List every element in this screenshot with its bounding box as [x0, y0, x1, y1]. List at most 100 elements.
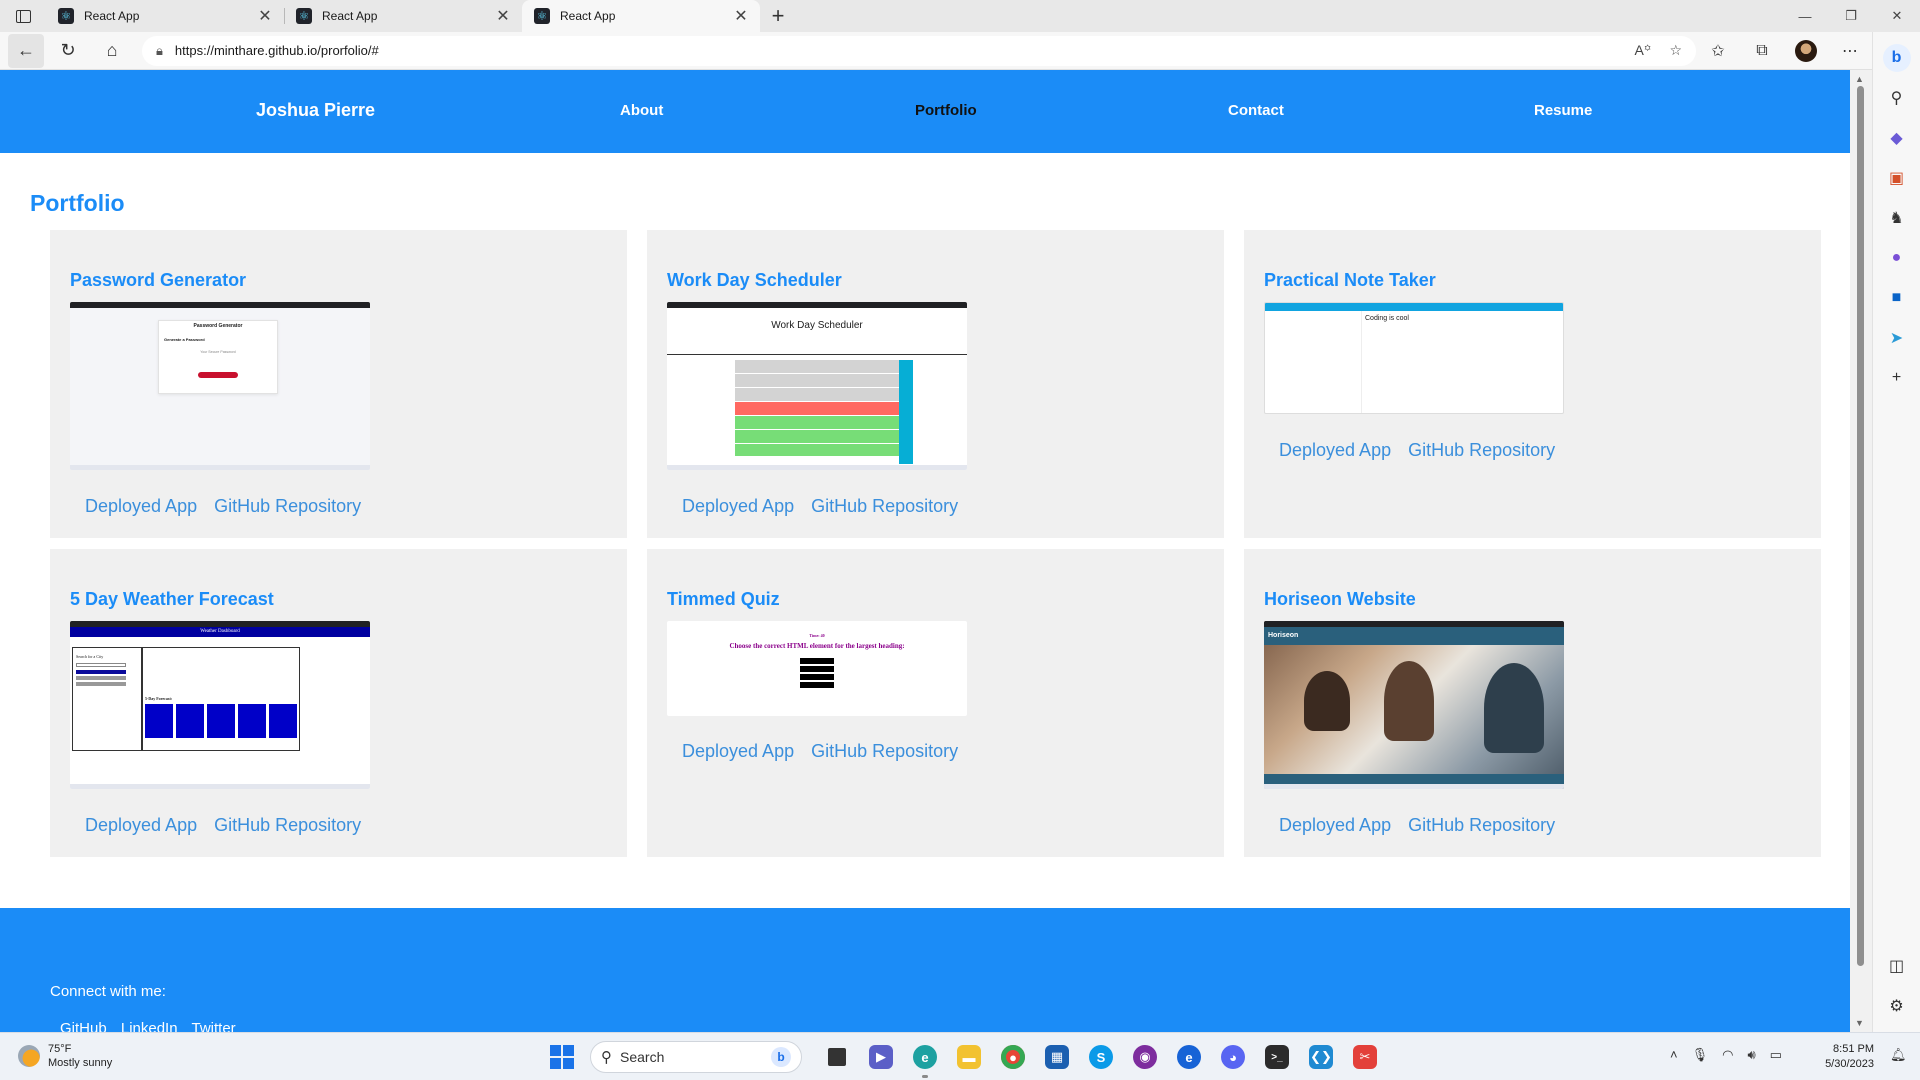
wifi-icon[interactable]: ◠ [1722, 1047, 1733, 1063]
nav-resume[interactable]: Resume [1534, 102, 1592, 119]
github-repo-link[interactable]: GitHub Repository [811, 741, 958, 761]
taskbar-clock[interactable]: 8:51 PM 5/30/2023 [1816, 1042, 1874, 1072]
url-text[interactable]: https://minthare.github.io/prorfolio/# [175, 43, 1617, 58]
close-icon[interactable]: ✕ [494, 6, 512, 26]
footer-link-github[interactable]: GitHub [60, 1020, 107, 1032]
read-aloud-icon[interactable]: A꙳ [1634, 41, 1651, 60]
restore-icon[interactable]: ❐ [1828, 0, 1874, 32]
battery-icon[interactable]: ▭ [1770, 1047, 1782, 1063]
vscode-app[interactable]: ❮❯ [1299, 1041, 1343, 1073]
project-links: Deployed App GitHub Repository [682, 741, 970, 762]
lock-icon[interactable]: 🔒︎ [156, 43, 163, 59]
github-repo-link[interactable]: GitHub Repository [811, 496, 958, 516]
add-favorite-icon[interactable]: ☆ [1669, 42, 1682, 59]
games-icon[interactable]: ♞ [1879, 198, 1915, 238]
close-window-icon[interactable]: ✕ [1874, 0, 1920, 32]
nav-contact[interactable]: Contact [1228, 102, 1284, 119]
github-repo-link[interactable]: GitHub Repository [214, 496, 361, 516]
minimize-icon[interactable]: — [1782, 0, 1828, 32]
weather-widget[interactable]: 75°F Mostly sunny [18, 1042, 112, 1070]
page-title: Portfolio [30, 190, 125, 216]
task-view-app[interactable] [815, 1041, 859, 1073]
deployed-app-link[interactable]: Deployed App [682, 496, 794, 516]
notification-bell-icon[interactable]: 🔔︎ [1890, 1047, 1907, 1065]
scroll-up-icon[interactable]: ▲ [1855, 74, 1864, 84]
tab-actions-icon [15, 9, 31, 23]
split-screen-icon[interactable]: ◫ [1879, 946, 1915, 986]
tab-actions-button[interactable] [0, 0, 46, 32]
footer-links: GitHub LinkedIn Twitter [60, 1020, 246, 1032]
deployed-app-link[interactable]: Deployed App [682, 741, 794, 761]
address-bar[interactable]: 🔒︎ https://minthare.github.io/prorfolio/… [142, 35, 1696, 66]
react-icon: ⚛ [58, 8, 74, 24]
tab-title: React App [322, 9, 378, 23]
project-title: Timmed Quiz [667, 589, 780, 609]
back-button[interactable]: ← [8, 33, 44, 68]
discord-app[interactable]: ◕ [1211, 1041, 1255, 1073]
send-icon[interactable]: ➤ [1879, 318, 1915, 358]
microphone-icon[interactable]: 🎙︎ [1692, 1047, 1709, 1063]
nav-about[interactable]: About [620, 102, 663, 119]
chrome-app[interactable]: ● [991, 1041, 1035, 1073]
project-screenshot[interactable]: Weather Dashboard Search for a City 5-Da… [70, 621, 370, 789]
footer-label: Connect with me: [50, 983, 166, 1000]
deployed-app-link[interactable]: Deployed App [85, 815, 197, 835]
brand-link[interactable]: Joshua Pierre [256, 100, 375, 121]
window-controls: — ❐ ✕ [1782, 0, 1920, 32]
store-app[interactable]: ▦ [1035, 1041, 1079, 1073]
search-icon[interactable]: ⚲ [1879, 78, 1915, 118]
github-desktop-app[interactable]: ◉ [1123, 1041, 1167, 1073]
favorites-icon[interactable]: ✩ [1696, 41, 1740, 61]
footer-link-twitter[interactable]: Twitter [191, 1020, 235, 1032]
deployed-app-link[interactable]: Deployed App [85, 496, 197, 516]
deployed-app-link[interactable]: Deployed App [1279, 815, 1391, 835]
volume-icon[interactable]: 🔊︎ [1747, 1047, 1755, 1063]
project-screenshot[interactable]: Horiseon [1264, 621, 1564, 789]
tools-icon[interactable]: ▣ [1879, 158, 1915, 198]
chevron-up-icon[interactable]: ˄ [1670, 1047, 1678, 1063]
github-repo-link[interactable]: GitHub Repository [1408, 815, 1555, 835]
outlook-icon[interactable]: ■ [1879, 278, 1915, 318]
office-icon[interactable]: ● [1879, 238, 1915, 278]
add-icon[interactable]: + [1879, 358, 1915, 398]
close-icon[interactable]: ✕ [256, 6, 274, 26]
project-links: Deployed App GitHub Repository [682, 496, 970, 517]
project-screenshot[interactable]: Work Day Scheduler [667, 302, 967, 470]
home-button[interactable]: ⌂ [92, 34, 132, 68]
browser-tab-3[interactable]: ⚛ React App ✕ [522, 0, 760, 32]
project-title: Practical Note Taker [1264, 270, 1436, 290]
profile-button[interactable] [1784, 39, 1828, 62]
collections-icon[interactable]: ⧉ [1740, 42, 1784, 60]
scroll-thumb[interactable] [1857, 86, 1864, 966]
project-card-practical-note-taker: Practical Note Taker Coding is cool Depl… [1244, 230, 1821, 538]
new-tab-button[interactable]: + [760, 0, 796, 32]
github-repo-link[interactable]: GitHub Repository [214, 815, 361, 835]
close-icon[interactable]: ✕ [732, 6, 750, 26]
project-screenshot[interactable]: Coding is cool [1264, 302, 1564, 414]
project-screenshot[interactable]: Password Generator Generate a Password Y… [70, 302, 370, 470]
react-icon: ⚛ [296, 8, 312, 24]
refresh-button[interactable]: ↻ [48, 34, 88, 68]
browser-tab-1[interactable]: ⚛ React App ✕ [46, 0, 284, 32]
teams-chat-app[interactable]: ▶ [859, 1041, 903, 1073]
edge-app[interactable]: e [903, 1041, 947, 1078]
bing-chat-button[interactable]: b [1879, 38, 1915, 78]
edge-dev-app[interactable]: e [1167, 1041, 1211, 1073]
terminal-app[interactable]: >_ [1255, 1041, 1299, 1073]
file-explorer-app[interactable]: ▬ [947, 1041, 991, 1073]
taskbar-search[interactable]: ⚲ Search b [590, 1041, 802, 1073]
github-repo-link[interactable]: GitHub Repository [1408, 440, 1555, 460]
browser-tab-2[interactable]: ⚛ React App ✕ [284, 0, 522, 32]
page-scrollbar[interactable]: ▲ ▼ [1850, 70, 1872, 1032]
shopping-tag-icon[interactable]: ◆ [1879, 118, 1915, 158]
more-menu-icon[interactable]: ⋯ [1828, 41, 1872, 61]
scroll-down-icon[interactable]: ▼ [1855, 1018, 1864, 1028]
project-screenshot[interactable]: Time: 40 Choose the correct HTML element… [667, 621, 967, 716]
start-button[interactable] [550, 1045, 574, 1069]
skype-app[interactable]: S [1079, 1041, 1123, 1073]
nav-portfolio[interactable]: Portfolio [915, 102, 977, 119]
settings-icon[interactable]: ⚙ [1879, 986, 1915, 1026]
deployed-app-link[interactable]: Deployed App [1279, 440, 1391, 460]
snipping-tool-app[interactable]: ✂ [1343, 1041, 1387, 1073]
footer-link-linkedin[interactable]: LinkedIn [121, 1020, 178, 1032]
